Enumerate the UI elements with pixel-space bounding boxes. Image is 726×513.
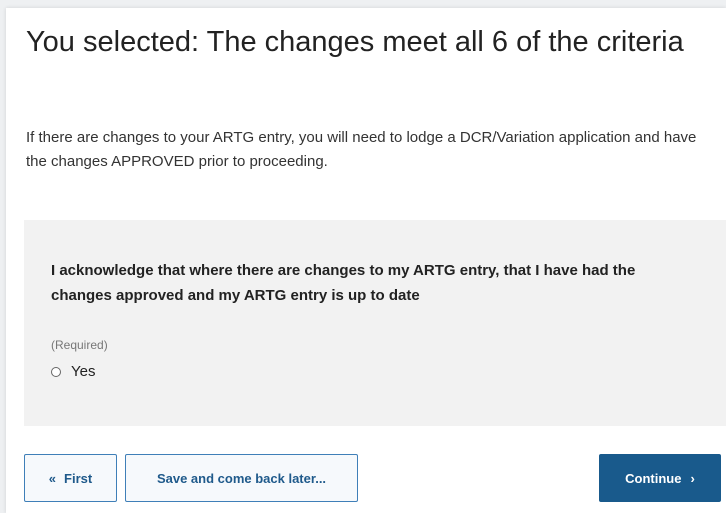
- required-label: (Required): [51, 338, 108, 352]
- double-chevron-left-icon: «: [48, 470, 57, 486]
- radio-option-label: Yes: [71, 363, 96, 380]
- radio-button-yes[interactable]: [51, 366, 61, 377]
- chevron-right-icon: ›: [690, 470, 695, 486]
- continue-button-label: Continue: [625, 470, 682, 486]
- save-button-label: Save and come back later...: [156, 470, 327, 486]
- radio-option-yes[interactable]: Yes: [51, 363, 95, 380]
- first-button-label: First: [64, 470, 93, 486]
- first-button[interactable]: « First: [24, 454, 117, 502]
- form-card: You selected: The changes meet all 6 of …: [6, 8, 726, 513]
- page-title: You selected: The changes meet all 6 of …: [26, 26, 684, 58]
- continue-button[interactable]: Continue ›: [599, 454, 721, 502]
- question-panel: I acknowledge that where there are chang…: [24, 220, 726, 426]
- intro-text: If there are changes to your ARTG entry,…: [26, 129, 697, 170]
- save-and-come-back-later-button[interactable]: Save and come back later...: [125, 454, 358, 502]
- question-text: I acknowledge that where there are chang…: [51, 262, 636, 304]
